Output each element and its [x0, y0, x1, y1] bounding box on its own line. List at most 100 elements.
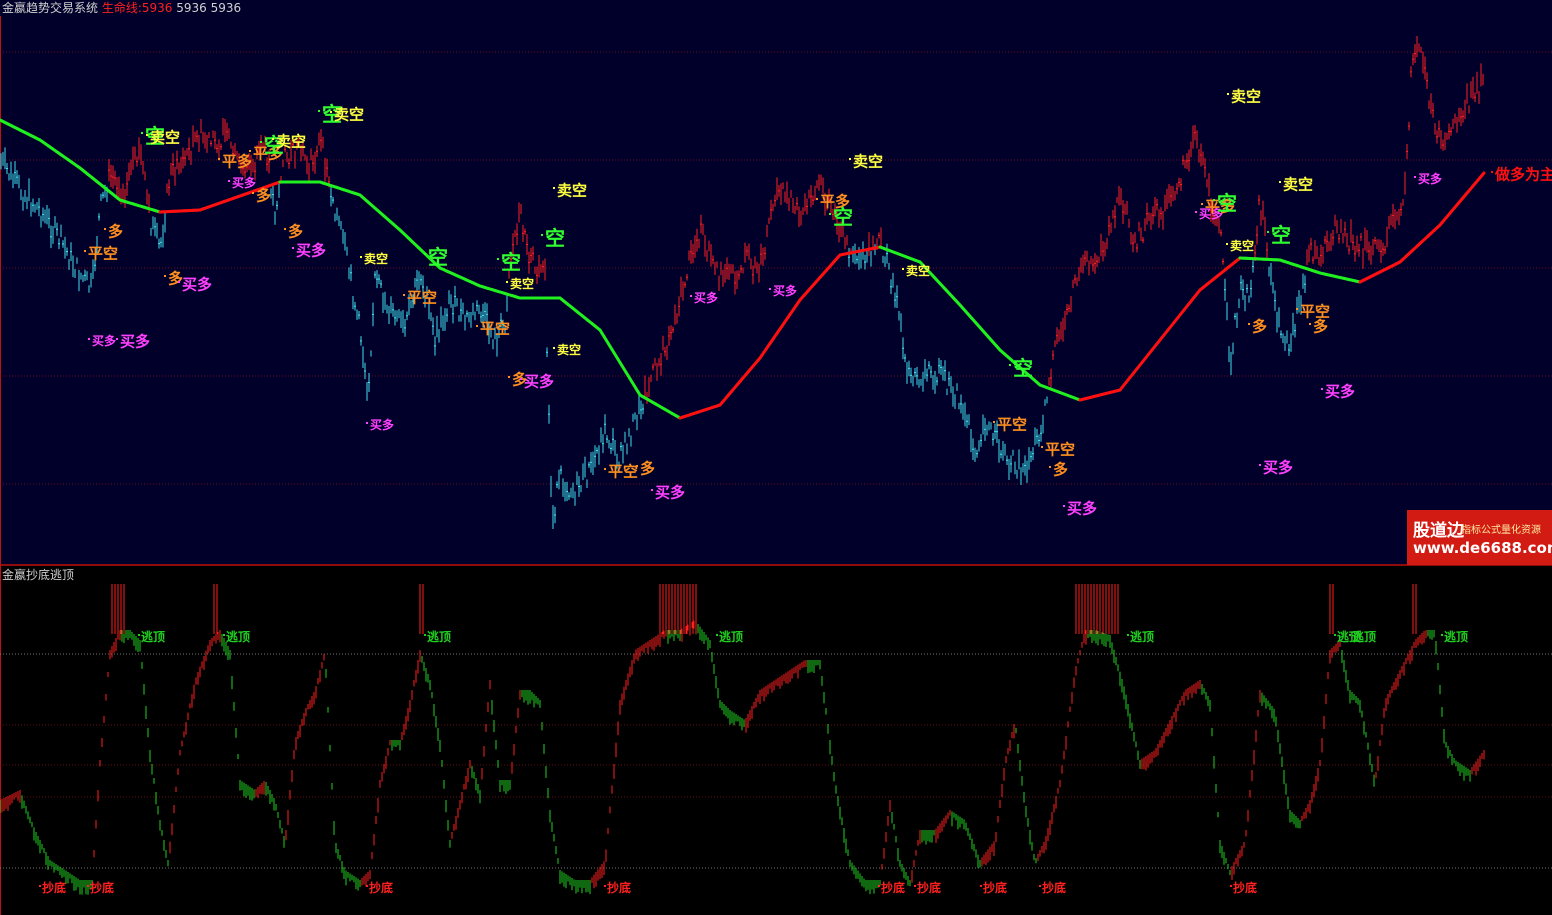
signal-label: 买多 [232, 175, 256, 190]
escape-top-marker [1127, 634, 1129, 636]
signal-marker [260, 141, 262, 143]
buy-bottom-label: 抄底 [1042, 880, 1066, 895]
signal-marker [84, 250, 86, 252]
signal-marker [146, 134, 148, 136]
signal-marker [1195, 211, 1197, 213]
escape-top-marker [424, 634, 426, 636]
signal-label: 买多 [296, 242, 326, 260]
buy-bottom-label: 抄底 [42, 880, 66, 895]
signal-label: 平空 [407, 289, 437, 307]
signal-label: 空 [545, 226, 565, 250]
signal-marker [1309, 323, 1311, 325]
escape-top-label: 逃顶 [427, 629, 451, 644]
watermark: 股道边 指标公式量化资源 www.de6688.com [1407, 510, 1552, 565]
buy-bottom-marker [980, 885, 982, 887]
signal-marker [104, 228, 106, 230]
oscillator-panel-title: 金嬴抄底逃顶 [2, 568, 75, 582]
signal-label: 空 [833, 205, 853, 229]
signal-label: 卖空 [1230, 238, 1254, 253]
escape-top-marker [716, 634, 718, 636]
signal-label: 卖空 [557, 342, 581, 357]
signal-marker [1321, 388, 1323, 390]
signal-marker [1041, 446, 1043, 448]
signal-marker [1009, 364, 1011, 366]
signal-label: 买多 [694, 290, 718, 305]
signal-marker [292, 247, 294, 249]
signal-marker [228, 180, 230, 182]
signal-label: 买多 [1418, 171, 1442, 186]
watermark-brand: 股道边 [1413, 521, 1464, 541]
signal-label: 空 [1013, 356, 1033, 380]
signal-marker [506, 281, 508, 283]
escape-top-label: 逃顶 [1130, 629, 1154, 644]
signal-label: 卖空 [1231, 88, 1261, 106]
signal-marker [360, 256, 362, 258]
signal-marker [330, 111, 332, 113]
buy-bottom-label: 抄底 [607, 880, 631, 895]
signal-marker [902, 268, 904, 270]
signal-label: 平多 [222, 153, 252, 171]
signal-label: 卖空 [364, 251, 388, 266]
value-2: 5936 [176, 1, 207, 15]
lifeline-segment [1480, 171, 1486, 177]
signal-marker [1248, 323, 1250, 325]
price-panel-title: 金嬴趋势交易系统 [2, 1, 99, 15]
signal-marker [116, 338, 118, 340]
signal-marker [249, 150, 251, 152]
signal-label: 卖空 [557, 182, 587, 200]
buy-bottom-marker [366, 885, 368, 887]
signal-marker [141, 132, 143, 134]
signal-label: 多 [1053, 461, 1068, 479]
signal-marker [816, 198, 818, 200]
lifeline-value: 5936 [141, 1, 173, 15]
escape-top-label: 逃顶 [226, 629, 250, 644]
signal-marker [164, 275, 166, 277]
signal-marker [690, 295, 692, 297]
buy-bottom-marker [1039, 885, 1041, 887]
signal-marker [497, 258, 499, 260]
signal-label: 卖空 [276, 133, 306, 151]
escape-top-marker [1441, 634, 1443, 636]
signal-marker [1279, 181, 1281, 183]
buy-bottom-label: 抄底 [369, 880, 393, 895]
signal-marker [424, 253, 426, 255]
signal-marker [769, 288, 771, 290]
signal-label: 卖空 [853, 153, 883, 171]
escape-top-label: 逃顶 [719, 629, 743, 644]
signal-label: 平空 [1045, 441, 1075, 459]
signal-label: 卖空 [150, 129, 180, 147]
signal-marker [553, 187, 555, 189]
signal-label: 空 [501, 250, 521, 274]
signal-marker [651, 489, 653, 491]
signal-marker [508, 376, 510, 378]
signal-label: 买多 [1263, 459, 1293, 477]
signal-marker [829, 213, 831, 215]
signal-label: 平空 [608, 463, 638, 481]
buy-bottom-label: 抄底 [1233, 880, 1257, 895]
signal-label: 平空 [997, 416, 1027, 434]
signal-label: 多 [168, 270, 183, 288]
buy-bottom-marker [39, 885, 41, 887]
signal-marker [1201, 203, 1203, 205]
signal-marker [1226, 243, 1228, 245]
signal-marker [541, 234, 543, 236]
signal-marker [1414, 176, 1416, 178]
signal-marker [476, 325, 478, 327]
signal-label: 平空 [480, 320, 510, 338]
signal-marker [604, 468, 606, 470]
signal-label: 空 [1271, 223, 1291, 247]
signal-marker [284, 228, 286, 230]
signal-label: 买多 [524, 373, 554, 391]
signal-label: 买多 [1067, 500, 1097, 518]
buy-bottom-label: 抄底 [90, 880, 114, 895]
signal-marker [553, 347, 555, 349]
signal-marker [88, 338, 90, 340]
escape-top-marker [138, 634, 140, 636]
signal-label: 卖空 [906, 263, 930, 278]
chart-canvas: 买多 买多平空多空卖空多买多平多买多多平多空卖空多买多空卖空卖空买多平空空平空空卖… [0, 0, 1552, 915]
buy-bottom-marker [878, 885, 880, 887]
signal-label: 空 [428, 245, 448, 269]
escape-top-marker [1334, 634, 1336, 636]
price-panel-header: 金嬴趋势交易系统 生命线:5936 5936 5936 [2, 1, 241, 15]
escape-top-label: 逃顶 [1352, 629, 1376, 644]
